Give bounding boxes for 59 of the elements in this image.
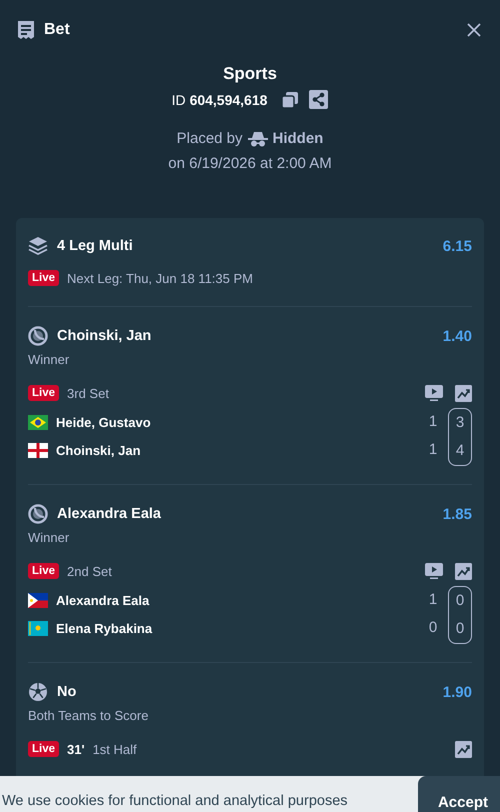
cross-flag-icon: [28, 442, 48, 458]
selection-name: Alexandra Eala: [57, 506, 161, 522]
score: 0: [428, 618, 438, 638]
id-label: ID: [172, 92, 186, 108]
spy-icon: [248, 130, 268, 146]
score: 1: [428, 590, 438, 610]
score: 1: [428, 440, 438, 460]
player-name: Elena Rybakina: [56, 620, 152, 636]
brazil-flag-icon: [28, 414, 48, 430]
live-badge: Live: [28, 385, 60, 401]
bet-id: 604,594,618: [190, 92, 268, 108]
cookie-notice: We use cookies for functional and analytical purposes: [2, 793, 348, 809]
odds-value: 1.40: [442, 328, 472, 344]
market-name: Both Teams to Score: [28, 708, 150, 723]
odds-value: 1.90: [442, 684, 472, 700]
player-name: Heide, Gustavo: [56, 414, 151, 430]
tennis-ball-icon: [28, 504, 48, 524]
bet-title: 4 Leg Multi: [57, 238, 133, 254]
selection-name: Choinski, Jan: [57, 328, 152, 344]
dialog-title: Bet: [44, 21, 70, 39]
market-name: Winner: [28, 530, 70, 545]
odds-value: 6.15: [442, 238, 472, 254]
live-badge: Live: [28, 563, 60, 579]
selection-name: No: [57, 684, 76, 700]
chart-icon[interactable]: [455, 562, 472, 580]
soccer-ball-icon: [28, 682, 48, 702]
match-period: 1st Half: [92, 742, 137, 756]
score: 4: [456, 441, 464, 461]
live-badge: Live: [28, 741, 60, 757]
layers-icon: [28, 236, 48, 256]
close-icon[interactable]: [466, 22, 482, 38]
player-name: Alexandra Eala: [56, 592, 150, 608]
odds-value: 1.85: [442, 506, 472, 522]
tennis-ball-icon: [28, 326, 48, 346]
score: 0: [456, 619, 464, 639]
chart-icon[interactable]: [455, 384, 472, 402]
tv-play-icon[interactable]: [425, 385, 443, 401]
chart-icon[interactable]: [455, 740, 472, 758]
next-leg-time: Next Leg: Thu, Jun 18 11:35 PM: [67, 270, 253, 286]
match-clock: 31': [67, 742, 85, 756]
placer-name: Hidden: [272, 130, 324, 147]
philippines-flag-icon: [28, 592, 48, 608]
placed-by-label: Placed by: [176, 130, 243, 147]
match-period: 3rd Set: [67, 386, 109, 400]
live-badge: Live: [28, 270, 60, 286]
score: 3: [456, 413, 464, 433]
player-name: Choinski, Jan: [56, 442, 141, 458]
placed-date: on 6/19/2026 at 2:00 AM: [168, 155, 332, 172]
receipt-icon: [17, 20, 35, 40]
accept-button[interactable]: Accept: [418, 776, 500, 812]
score: 1: [428, 412, 438, 432]
bet-type-title: Sports: [223, 64, 277, 84]
kazakhstan-flag-icon: [28, 620, 48, 636]
match-period: 2nd Set: [67, 564, 112, 578]
tv-play-icon[interactable]: [425, 563, 443, 579]
share-icon[interactable]: [309, 90, 328, 109]
market-name: Winner: [28, 352, 70, 367]
copy-icon[interactable]: [281, 90, 300, 108]
score: 0: [456, 591, 464, 611]
